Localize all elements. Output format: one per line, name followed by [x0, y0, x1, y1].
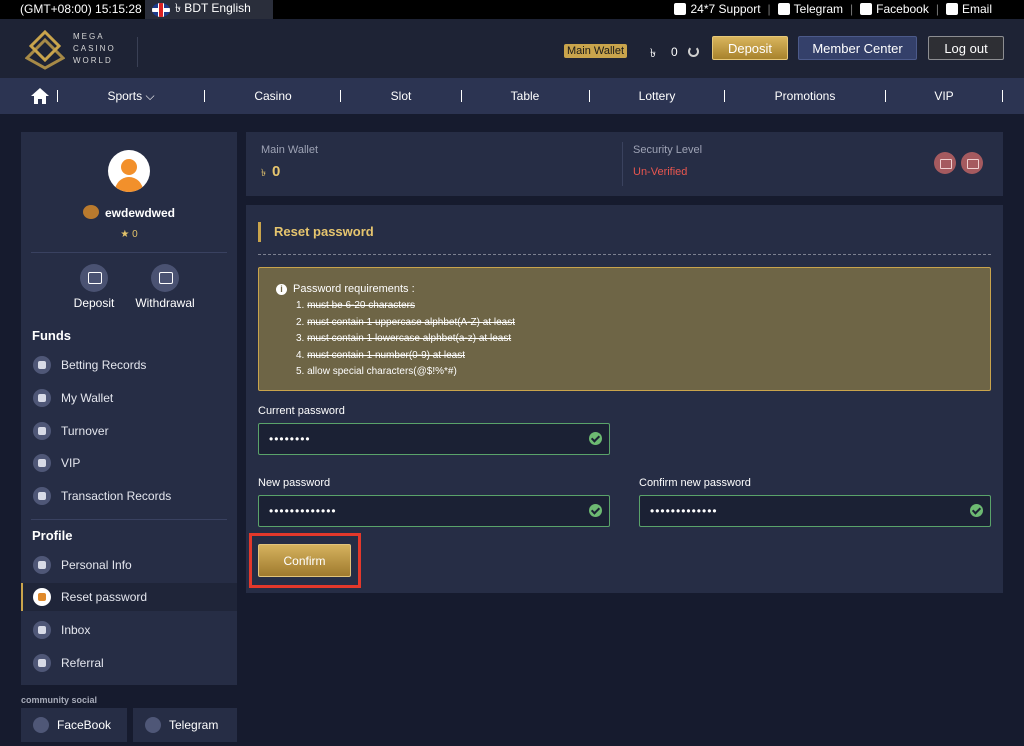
- page-title: Reset password: [258, 222, 374, 242]
- support-link[interactable]: 24*7 Support: [674, 2, 761, 16]
- crown-icon: [33, 454, 51, 472]
- title-divider: [258, 254, 991, 255]
- user-icon: [33, 556, 51, 574]
- confirm-button[interactable]: Confirm: [258, 544, 351, 577]
- email-verify-icon[interactable]: [934, 152, 956, 174]
- facebook-icon: [860, 3, 873, 15]
- facebook-link[interactable]: Facebook: [860, 2, 929, 16]
- member-center-button[interactable]: Member Center: [798, 36, 917, 60]
- rank-badge-icon: [82, 205, 99, 219]
- telegram-icon: [145, 717, 161, 733]
- account-sidebar: ewdewdwed ★ 0 Deposit Withdrawal Funds B…: [21, 132, 237, 685]
- referral-icon: [33, 654, 51, 672]
- casino-logo-icon[interactable]: [25, 30, 65, 70]
- telegram-link[interactable]: Telegram: [777, 2, 843, 16]
- site-header: MEGA CASINO WORLD Main Wallet ৳ 0 Deposi…: [0, 19, 1024, 78]
- nav-sports[interactable]: Sports ⌵: [107, 89, 154, 104]
- requirement-item: 4. must contain 1 number(0-9) at least: [296, 349, 465, 361]
- confirm-password-label: Confirm new password: [639, 477, 751, 489]
- header-balance: 0: [671, 45, 678, 59]
- lock-icon: [33, 588, 51, 606]
- records-icon: [33, 356, 51, 374]
- main-nav: Sports ⌵ Casino Slot Table Lottery Promo…: [0, 78, 1024, 114]
- security-status: Un-Verified: [633, 166, 688, 178]
- community-social-title: community social: [21, 695, 98, 705]
- new-password-input[interactable]: [258, 495, 610, 527]
- requirement-item: 5. allow special characters(@$!%*#): [296, 366, 457, 377]
- top-bar: (GMT+08:00) 15:15:28 ৳ BDT English 24*7 …: [0, 0, 1024, 19]
- nav-slot[interactable]: Slot: [391, 89, 412, 103]
- current-password-label: Current password: [258, 405, 345, 417]
- sidebar-item-transaction-records[interactable]: Transaction Records: [21, 482, 237, 510]
- main-wallet-label: Main Wallet: [261, 144, 319, 156]
- avatar: [108, 150, 150, 192]
- nav-vip[interactable]: VIP: [934, 89, 953, 103]
- requirement-item: 1. must be 6-20 characters: [296, 300, 415, 311]
- sidebar-withdrawal-button[interactable]: Withdrawal: [125, 264, 205, 310]
- uk-flag-icon: [152, 2, 170, 17]
- info-icon: i: [276, 283, 287, 295]
- transaction-icon: [33, 487, 51, 505]
- deposit-button[interactable]: Deposit: [712, 36, 788, 60]
- sidebar-item-referral[interactable]: Referral: [21, 649, 237, 677]
- phone-verify-icon[interactable]: [961, 152, 983, 174]
- valid-check-icon: [589, 504, 602, 517]
- top-links: 24*7 Support | Telegram | Facebook | Ema…: [674, 2, 992, 16]
- vip-stars: ★ 0: [120, 229, 138, 240]
- email-link[interactable]: Email: [945, 2, 992, 16]
- wallet-icon: [33, 389, 51, 407]
- sidebar-item-turnover[interactable]: Turnover: [21, 417, 237, 445]
- language-label: ৳ BDT English: [175, 0, 251, 15]
- new-password-label: New password: [258, 477, 331, 489]
- nav-lottery[interactable]: Lottery: [639, 89, 676, 103]
- requirement-item: 3. must contain 1 lowercase alphbet(a-z)…: [296, 333, 512, 344]
- sidebar-item-my-wallet[interactable]: My Wallet: [21, 384, 237, 412]
- sidebar-item-reset-password[interactable]: Reset password: [21, 583, 237, 611]
- email-icon: [945, 3, 958, 15]
- wallet-summary-panel: Main Wallet ৳ 0 Security Level Un-Verifie…: [246, 132, 1003, 196]
- valid-check-icon: [589, 432, 602, 445]
- nav-promotions[interactable]: Promotions: [775, 89, 836, 103]
- nav-table[interactable]: Table: [511, 89, 540, 103]
- deposit-icon: [80, 264, 108, 292]
- clock: (GMT+08:00) 15:15:28: [20, 2, 142, 16]
- sidebar-item-vip[interactable]: VIP: [21, 449, 237, 477]
- profile-section-title: Profile: [32, 528, 73, 543]
- nav-casino[interactable]: Casino: [254, 89, 291, 103]
- inbox-icon: [33, 621, 51, 639]
- requirements-heading: Password requirements :: [293, 283, 415, 295]
- brand-wordmark: MEGA CASINO WORLD: [73, 32, 116, 65]
- logout-button[interactable]: Log out: [928, 36, 1004, 60]
- sidebar-deposit-button[interactable]: Deposit: [54, 264, 134, 310]
- password-requirements-box: i Password requirements : 1. must be 6-20…: [258, 267, 991, 391]
- facebook-social-button[interactable]: FaceBook: [21, 708, 127, 742]
- currency-symbol: ৳: [650, 46, 656, 60]
- funds-section-title: Funds: [32, 328, 71, 343]
- current-password-input[interactable]: [258, 423, 610, 455]
- username: ewdewdwed: [21, 205, 237, 220]
- facebook-icon: [33, 717, 49, 733]
- sidebar-item-inbox[interactable]: Inbox: [21, 616, 237, 644]
- language-selector[interactable]: ৳ BDT English: [145, 0, 273, 19]
- turnover-icon: [33, 422, 51, 440]
- withdrawal-icon: [151, 264, 179, 292]
- home-icon[interactable]: [31, 88, 49, 104]
- confirm-password-input[interactable]: [639, 495, 991, 527]
- sidebar-item-personal-info[interactable]: Personal Info: [21, 551, 237, 579]
- refresh-icon[interactable]: [688, 46, 699, 57]
- valid-check-icon: [970, 504, 983, 517]
- phone-icon: [674, 3, 687, 15]
- telegram-social-button[interactable]: Telegram: [133, 708, 237, 742]
- main-wallet-balance: ৳ 0: [261, 163, 281, 180]
- main-wallet-tag: Main Wallet: [564, 44, 628, 58]
- requirement-item: 2. must contain 1 uppercase alphbet(A-Z)…: [296, 316, 516, 328]
- sidebar-item-betting-records[interactable]: Betting Records: [21, 351, 237, 379]
- telegram-icon: [777, 3, 790, 15]
- logo-divider: [137, 37, 138, 67]
- requirements-list: 1. must be 6-20 characters 2. must conta…: [296, 298, 515, 381]
- security-level-label: Security Level: [633, 144, 703, 156]
